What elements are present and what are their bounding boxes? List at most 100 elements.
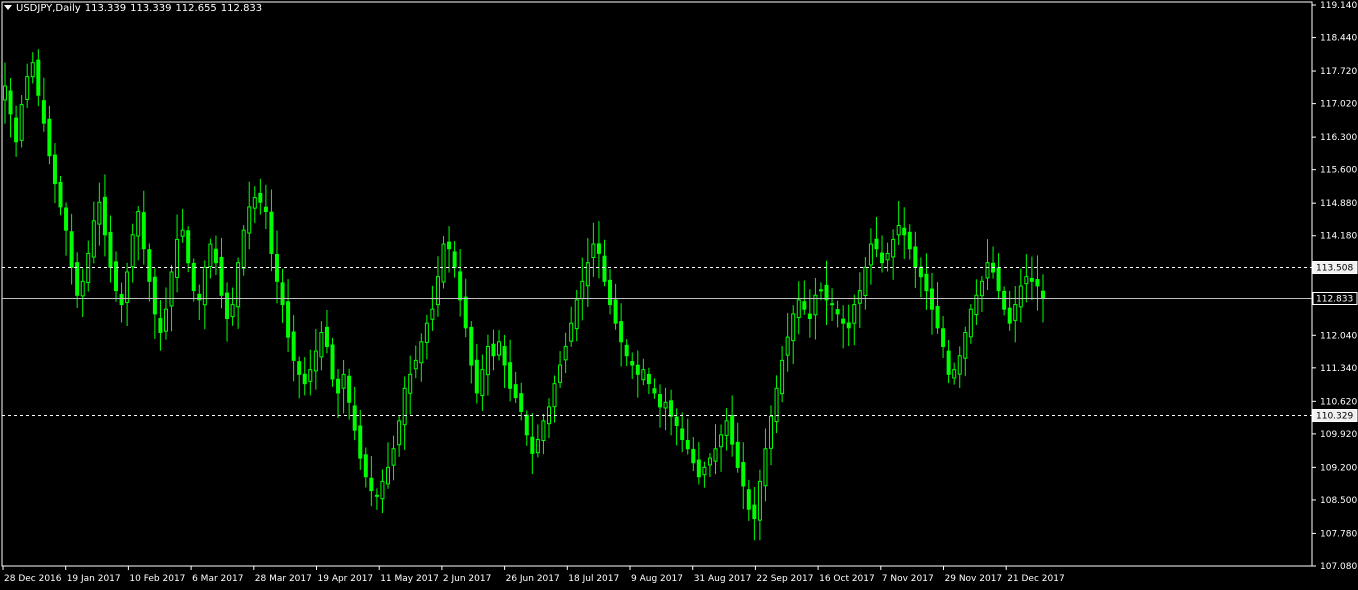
candle-body (297, 361, 302, 375)
candle-body (691, 448, 696, 464)
candle-body (924, 273, 929, 292)
candle-body (696, 459, 701, 478)
candle-body (763, 448, 768, 487)
y-tick-label: 108.500 (1320, 496, 1357, 506)
candle-body (841, 318, 846, 324)
candle-body (497, 341, 502, 356)
candle-body (219, 256, 224, 296)
candle-body (230, 304, 235, 318)
candle-body (114, 261, 119, 292)
candle-body (14, 117, 19, 143)
candle-body (358, 425, 363, 459)
candle-body (324, 326, 329, 347)
candle-body (474, 359, 479, 394)
candle-body (197, 293, 202, 301)
candle-body (780, 359, 785, 395)
price-tag-label: 113.508 (1316, 264, 1353, 274)
candle-body (469, 326, 474, 366)
candle-body (968, 308, 973, 338)
candle-body (352, 405, 357, 431)
x-tick-label: 19 Apr 2017 (318, 574, 374, 584)
candle-body (435, 276, 440, 306)
candle-body (336, 378, 341, 394)
candle-body (286, 301, 291, 338)
candle-body (513, 384, 518, 399)
candle-body (363, 454, 368, 478)
candle-body (508, 362, 513, 389)
candle-body (308, 369, 313, 382)
x-tick-label: 11 May 2017 (380, 574, 439, 584)
candle-body (652, 388, 657, 394)
price-chart[interactable]: 119.140 118.440 117.720 117.020 116.300 115.6… (0, 0, 1358, 590)
x-tick-label: 7 Nov 2017 (882, 574, 934, 584)
candle-body (136, 211, 141, 237)
candle-body (624, 344, 629, 357)
candle-body (225, 292, 230, 320)
x-tick-label: 26 Jun 2017 (506, 574, 560, 584)
y-tick-label: 110.620 (1320, 397, 1357, 407)
candle-body (941, 328, 946, 347)
candle-body (241, 229, 246, 269)
candle-body (835, 309, 840, 315)
candle-body (424, 322, 429, 343)
candle-body (485, 345, 490, 376)
candle-body (91, 220, 96, 258)
x-tick-label: 22 Sep 2017 (756, 574, 813, 584)
y-tick-label: 109.200 (1320, 463, 1357, 473)
candle-body (341, 373, 346, 389)
y-tick-label: 116.300 (1320, 133, 1357, 143)
x-tick-label: 16 Oct 2017 (819, 574, 875, 584)
candle-body (519, 393, 524, 413)
candle-body (1013, 304, 1018, 321)
y-tick-label: 119.140 (1320, 1, 1357, 11)
price-tag-label: 112.833 (1316, 295, 1353, 305)
candle-body (880, 252, 885, 264)
candle-body (502, 346, 507, 366)
y-tick-label: 107.780 (1320, 529, 1357, 539)
candle-body (125, 271, 130, 303)
candle-body (935, 305, 940, 329)
candle-body (896, 224, 901, 236)
x-tick-label: 28 Dec 2016 (4, 574, 62, 584)
candle-body (574, 299, 579, 330)
candle-body (258, 192, 263, 203)
candle-body (280, 282, 285, 306)
candle-body (979, 280, 984, 297)
candle-body (374, 494, 379, 497)
candle-body (807, 313, 812, 320)
candle-body (885, 252, 890, 261)
candle-body (380, 480, 385, 500)
x-tick-label: 6 Mar 2017 (192, 574, 243, 584)
candle-body (796, 299, 801, 318)
candle-body (674, 416, 679, 427)
candle-body (996, 267, 1001, 292)
candle-body (391, 448, 396, 466)
candle-body (397, 420, 402, 446)
candle-body (818, 289, 823, 292)
candle-body (913, 246, 918, 268)
candle-body (663, 401, 668, 409)
candle-body (857, 290, 862, 304)
candle-body (175, 238, 180, 278)
y-tick-label: 117.020 (1320, 100, 1357, 110)
candle-body (441, 243, 446, 283)
candle-body (319, 331, 324, 358)
candle-body (757, 480, 762, 521)
x-tick-label: 28 Mar 2017 (255, 574, 312, 584)
candle-body (863, 266, 868, 297)
x-tick-label: 31 Aug 2017 (694, 574, 752, 584)
candle-body (313, 350, 318, 372)
candle-body (680, 428, 685, 440)
candle-body (58, 181, 63, 208)
candle-body (169, 271, 174, 307)
x-tick-label: 10 Feb 2017 (129, 574, 185, 584)
candle-body (213, 248, 218, 264)
candle-body (1029, 277, 1034, 282)
candle-body (824, 284, 829, 301)
candle-body (580, 280, 585, 300)
candle-body (963, 331, 968, 359)
y-tick-label: 114.180 (1320, 232, 1357, 242)
candle-body (1007, 307, 1012, 324)
candle-body (97, 201, 102, 225)
candle-body (713, 448, 718, 462)
